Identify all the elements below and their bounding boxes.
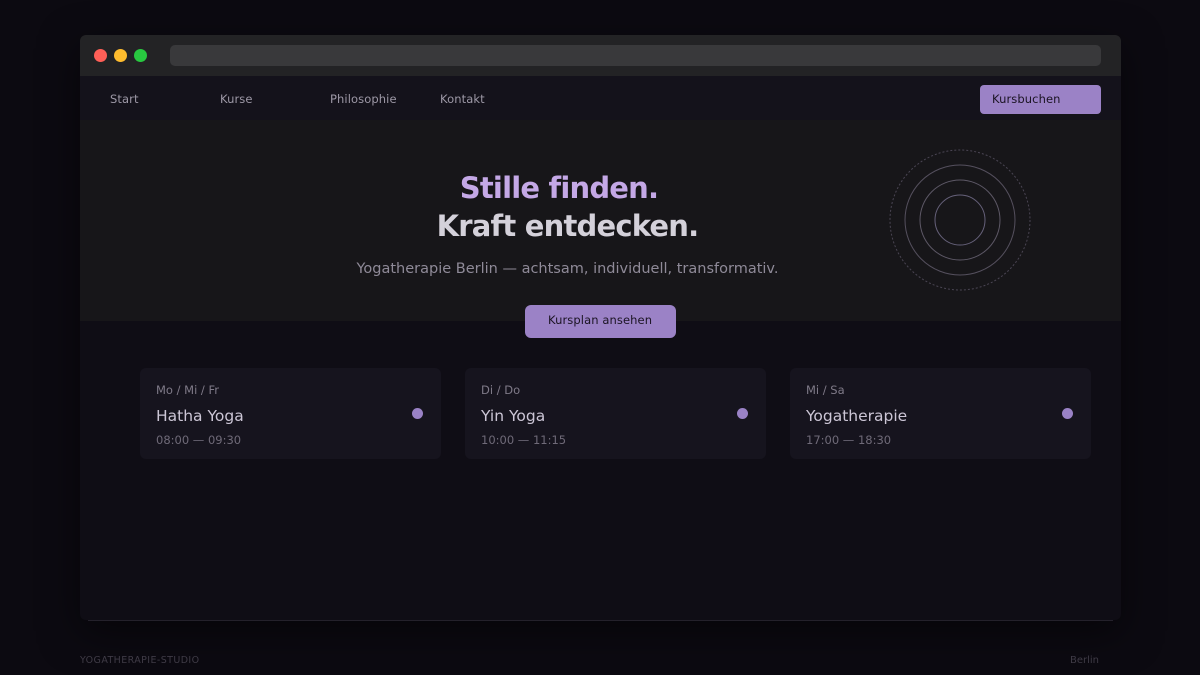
maximize-window-button[interactable] [134,49,147,62]
course-days: Mi / Sa [806,383,845,397]
course-title: Hatha Yoga [156,407,244,425]
nav-item-kurse[interactable]: Kurse [220,92,253,106]
footer-divider [88,620,1113,621]
course-card-yin[interactable]: Di / Do Yin Yoga 10:00 — 11:15 [465,368,766,459]
footer-location: Berlin [1070,655,1100,666]
browser-window: Start Kurse Philosophie Kontakt Kursbuch… [80,35,1121,620]
concentric-rings-icon [889,149,1031,291]
course-time: 10:00 — 11:15 [481,433,567,447]
hero-section: Stille finden. Kraft entdecken. Yogather… [80,120,1121,321]
footer-brand: YOGATHERAPIE-STUDIO [80,655,200,666]
address-bar[interactable] [170,45,1101,66]
course-indicator-dot [412,408,423,419]
course-indicator-dot [737,408,748,419]
course-title: Yogatherapie [806,407,908,425]
course-title: Yin Yoga [481,407,546,425]
course-days: Di / Do [481,383,521,397]
nav-item-kontakt[interactable]: Kontakt [440,92,485,106]
course-days: Mo / Mi / Fr [156,383,219,397]
course-card-hatha[interactable]: Mo / Mi / Fr Hatha Yoga 08:00 — 09:30 [140,368,441,459]
nav-item-philosophie[interactable]: Philosophie [330,92,397,106]
course-card-yogatherapie[interactable]: Mi / Sa Yogatherapie 17:00 — 18:30 [790,368,1091,459]
close-window-button[interactable] [94,49,107,62]
course-time: 17:00 — 18:30 [806,433,892,447]
site-navigation: Start Kurse Philosophie Kontakt Kursbuch… [80,76,1121,120]
view-schedule-button[interactable]: Kursplan ansehen [525,305,676,338]
course-indicator-dot [1062,408,1073,419]
course-time: 08:00 — 09:30 [156,433,242,447]
nav-item-start[interactable]: Start [110,92,139,106]
book-course-button[interactable]: Kursbuchen [980,85,1101,114]
browser-titlebar [80,35,1121,76]
minimize-window-button[interactable] [114,49,127,62]
